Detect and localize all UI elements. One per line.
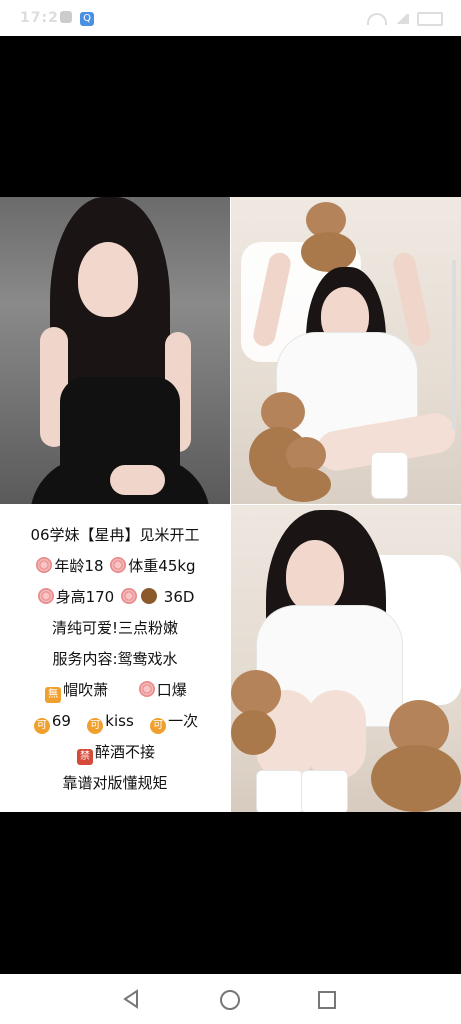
restriction-line: 禁醉酒不接: [0, 741, 230, 765]
recent-apps-icon[interactable]: [318, 991, 336, 1009]
status-icons: [367, 12, 443, 26]
option-text-1: 帽吹萧: [63, 681, 109, 699]
lollipop-icon: [36, 557, 53, 573]
bear-icon: [141, 588, 157, 604]
restriction-text: 醉酒不接: [94, 743, 155, 761]
back-icon[interactable]: [122, 989, 142, 1009]
age-text: 年龄18: [54, 557, 104, 575]
size-text: 36D: [163, 588, 195, 606]
home-icon[interactable]: [220, 990, 240, 1010]
height-size-line: 身高170 36D: [0, 586, 230, 607]
scrollbar[interactable]: [452, 260, 456, 430]
closing-line: 靠谱对版懂规矩: [62, 774, 168, 792]
option-line-1: 無帽吹萧 口爆: [0, 679, 230, 703]
lollipop-icon: [37, 588, 54, 604]
photo-top-left: [0, 197, 230, 504]
no-badge-icon: 無: [45, 687, 62, 703]
option-text-5: 一次: [168, 712, 199, 730]
option-text-3: 69: [51, 712, 71, 730]
height-text: 身高170: [55, 588, 115, 606]
lollipop-icon: [110, 557, 127, 573]
option-line-2: 可 69 可 kiss 可一次: [0, 710, 230, 734]
option-text-2: 口爆: [156, 681, 187, 699]
app-badge-icon: Q: [80, 12, 94, 26]
system-nav-bar: [0, 974, 461, 1024]
status-bar: 17:21 Q: [0, 0, 461, 36]
age-weight-line: 年龄18 体重45kg: [0, 555, 230, 576]
battery-icon: [417, 12, 443, 26]
weight-text: 体重45kg: [128, 557, 196, 575]
ok-badge-icon: 可: [87, 718, 104, 734]
photo-bottom-right: [231, 505, 461, 812]
photo-top-right: [231, 197, 461, 504]
poster-title: 06学妹【星冉】见米开工: [30, 526, 200, 544]
ok-badge-icon: 可: [150, 718, 167, 734]
signal-icon: [395, 14, 409, 24]
forbidden-badge-icon: 禁: [76, 749, 93, 765]
service-line: 服务内容:鸳鸯戏水: [52, 650, 178, 668]
ok-badge-icon: 可: [33, 718, 50, 734]
wifi-icon: [367, 13, 387, 25]
description-line: 清纯可爱!三点粉嫩: [51, 619, 178, 637]
option-text-4: kiss: [105, 712, 134, 730]
lollipop-icon: [138, 681, 155, 697]
notification-icon: [60, 11, 72, 23]
lollipop-icon: [121, 588, 137, 604]
info-text-panel: 06学妹【星冉】见米开工 年龄18 体重45kg 身高170 36D 清纯可爱!…: [0, 505, 230, 812]
